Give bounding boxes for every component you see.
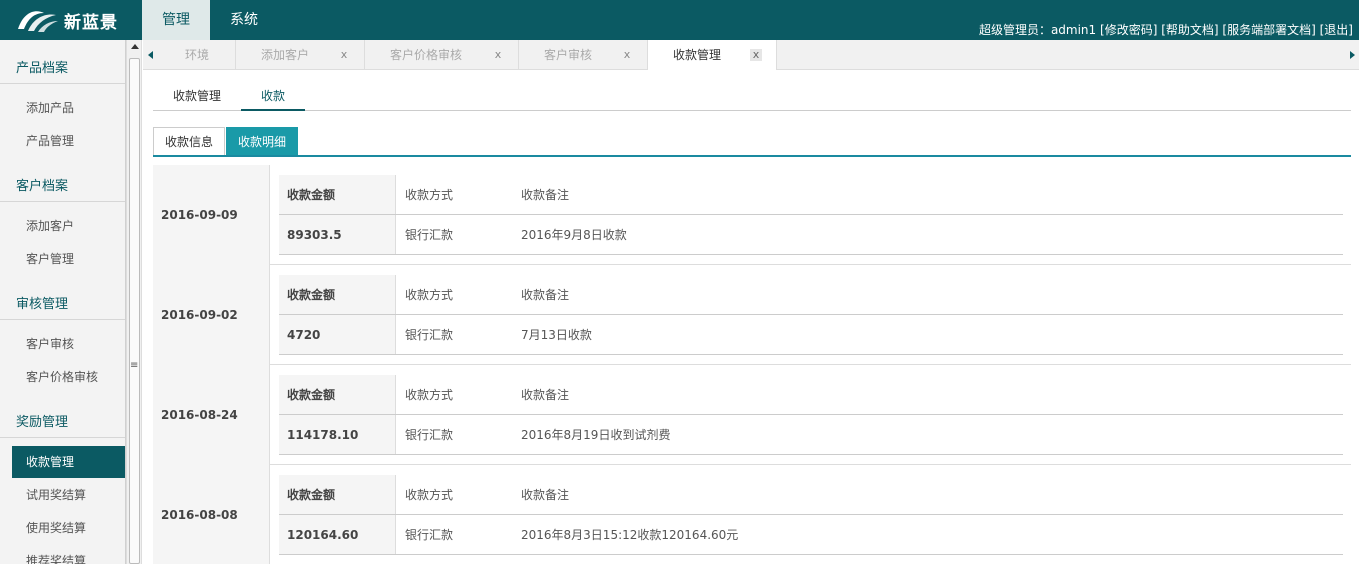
- record-date: 2016-08-08: [153, 465, 270, 564]
- note-value: 2016年8月19日收到试剂费: [521, 428, 671, 442]
- user-role: 超级管理员：admin1: [978, 23, 1097, 37]
- page-tab-label: 客户价格审核: [390, 48, 463, 62]
- subtab-payment-manage[interactable]: 收款管理: [161, 83, 233, 111]
- sidebar-group-product[interactable]: 产品档案: [0, 54, 125, 84]
- sidebar-item-trial-reward[interactable]: 试用奖结算: [12, 479, 125, 511]
- close-icon[interactable]: x: [338, 49, 350, 61]
- close-icon[interactable]: x: [750, 49, 762, 61]
- record-date: 2016-09-09: [153, 165, 270, 265]
- page-tab-label: 客户审核: [544, 48, 593, 62]
- sidebar-group-reward[interactable]: 奖励管理: [0, 408, 125, 438]
- page-tab-label: 添加客户: [261, 48, 310, 62]
- method-value: 银行汇款: [405, 428, 454, 442]
- scroll-up-icon[interactable]: [131, 44, 139, 49]
- record-value-row: 120164.60 银行汇款 2016年8月3日15:12收款120164.60…: [279, 515, 1343, 555]
- subtab-payment[interactable]: 收款: [241, 83, 305, 111]
- sub-tabs: 收款管理 收款: [153, 83, 1351, 111]
- arrow-left-icon[interactable]: [148, 51, 153, 59]
- record-header-row: 收款金额 收款方式 收款备注: [279, 175, 1343, 215]
- sidebar-scrollbar[interactable]: ≡: [126, 40, 142, 564]
- amount-value: 4720: [279, 315, 396, 354]
- sidebar-item-customer-audit[interactable]: 客户审核: [12, 328, 125, 360]
- page-tab-add-customer[interactable]: 添加客户 x: [236, 40, 365, 70]
- app-title: 新蓝景: [64, 12, 118, 33]
- record-date: 2016-09-02: [153, 265, 270, 365]
- splitter-grip-icon[interactable]: ≡: [130, 360, 138, 371]
- page-tab-bar: 环境 添加客户 x 客户价格审核 x 客户审核 x 收款管理 x: [143, 40, 1359, 70]
- payment-record: 2016-09-02 收款金额 收款方式 收款备注 4720 银行汇款 7月13…: [153, 265, 1351, 365]
- sidebar-item-payment-manage[interactable]: 收款管理: [12, 446, 125, 478]
- method-header: 收款方式: [405, 488, 454, 502]
- scroll-thumb[interactable]: [129, 58, 140, 564]
- amount-header: 收款金额: [279, 175, 396, 214]
- sidebar-group-customer[interactable]: 客户档案: [0, 172, 125, 202]
- record-date: 2016-08-24: [153, 365, 270, 465]
- payment-record: 2016-08-08 收款金额 收款方式 收款备注 120164.60 银行汇款…: [153, 465, 1351, 564]
- method-header: 收款方式: [405, 388, 454, 402]
- note-header: 收款备注: [521, 288, 570, 302]
- help-doc-link[interactable]: [帮助文档]: [1161, 23, 1218, 37]
- record-header-row: 收款金额 收款方式 收款备注: [279, 375, 1343, 415]
- page-tab-customer-audit[interactable]: 客户审核 x: [519, 40, 648, 70]
- payment-record: 2016-08-24 收款金额 收款方式 收款备注 114178.10 银行汇款…: [153, 365, 1351, 465]
- nav-tab-system[interactable]: 系统: [210, 0, 278, 40]
- method-value: 银行汇款: [405, 328, 454, 342]
- sidebar-item-product-manage[interactable]: 产品管理: [12, 125, 125, 157]
- record-header-row: 收款金额 收款方式 收款备注: [279, 475, 1343, 515]
- note-header: 收款备注: [521, 388, 570, 402]
- amount-value: 114178.10: [279, 415, 396, 454]
- page-tab-environment[interactable]: 环境: [160, 40, 236, 70]
- user-bar: 超级管理员：admin1 [修改密码] [帮助文档] [服务端部署文档] [退出…: [979, 21, 1353, 38]
- record-value-row: 89303.5 银行汇款 2016年9月8日收款: [279, 215, 1343, 255]
- server-deploy-doc-link[interactable]: [服务端部署文档]: [1222, 23, 1315, 37]
- page-tab-payment-manage[interactable]: 收款管理 x: [648, 40, 777, 70]
- method-header: 收款方式: [405, 188, 454, 202]
- note-header: 收款备注: [521, 188, 570, 202]
- page-tab-customer-price-audit[interactable]: 客户价格审核 x: [365, 40, 519, 70]
- note-value: 2016年9月8日收款: [521, 228, 627, 242]
- arrow-right-icon[interactable]: [1350, 51, 1355, 59]
- detail-tabs: 收款信息 收款明细: [153, 127, 1351, 157]
- nav-tab-manage[interactable]: 管理: [142, 0, 210, 40]
- change-password-link[interactable]: [修改密码]: [1100, 23, 1157, 37]
- top-header: 新蓝景 管理 系统 超级管理员：admin1 [修改密码] [帮助文档] [服务…: [0, 0, 1359, 40]
- record-value-row: 114178.10 银行汇款 2016年8月19日收到试剂费: [279, 415, 1343, 455]
- amount-header: 收款金额: [279, 275, 396, 314]
- sidebar-group-audit[interactable]: 审核管理: [0, 290, 125, 320]
- close-icon[interactable]: x: [621, 49, 633, 61]
- note-value: 2016年8月3日15:12收款120164.60元: [521, 528, 739, 542]
- amount-header: 收款金额: [279, 475, 396, 514]
- record-value-row: 4720 银行汇款 7月13日收款: [279, 315, 1343, 355]
- amount-header: 收款金额: [279, 375, 396, 414]
- payment-record: 2016-09-09 收款金额 收款方式 收款备注 89303.5 银行汇款 2…: [153, 165, 1351, 265]
- note-value: 7月13日收款: [521, 328, 592, 342]
- sidebar-item-add-customer[interactable]: 添加客户: [12, 210, 125, 242]
- swirl-logo-icon: [18, 11, 58, 32]
- amount-value: 120164.60: [279, 515, 396, 554]
- method-header: 收款方式: [405, 288, 454, 302]
- amount-value: 89303.5: [279, 215, 396, 254]
- page-tab-label: 收款管理: [673, 48, 722, 62]
- logout-link[interactable]: [退出]: [1320, 23, 1353, 37]
- method-value: 银行汇款: [405, 528, 454, 542]
- close-icon[interactable]: x: [492, 49, 504, 61]
- sidebar-item-add-product[interactable]: 添加产品: [12, 92, 125, 124]
- tab-payment-info[interactable]: 收款信息: [153, 127, 225, 155]
- method-value: 银行汇款: [405, 228, 454, 242]
- record-header-row: 收款金额 收款方式 收款备注: [279, 275, 1343, 315]
- page-tab-label: 环境: [185, 48, 210, 62]
- main-content: 收款管理 收款 收款信息 收款明细 2016-09-09 收款金额 收款方式 收…: [143, 71, 1359, 564]
- logo[interactable]: 新蓝景: [0, 0, 142, 40]
- tab-payment-detail[interactable]: 收款明细: [226, 127, 298, 155]
- sidebar-item-usage-reward[interactable]: 使用奖结算: [12, 512, 125, 544]
- sidebar-item-customer-price-audit[interactable]: 客户价格审核: [12, 361, 125, 393]
- note-header: 收款备注: [521, 488, 570, 502]
- sidebar-item-referral-reward[interactable]: 推荐奖结算: [12, 545, 125, 564]
- sidebar: 产品档案 添加产品 产品管理 客户档案 添加客户 客户管理 审核管理 客户审核 …: [0, 40, 126, 564]
- sidebar-item-customer-manage[interactable]: 客户管理: [12, 243, 125, 275]
